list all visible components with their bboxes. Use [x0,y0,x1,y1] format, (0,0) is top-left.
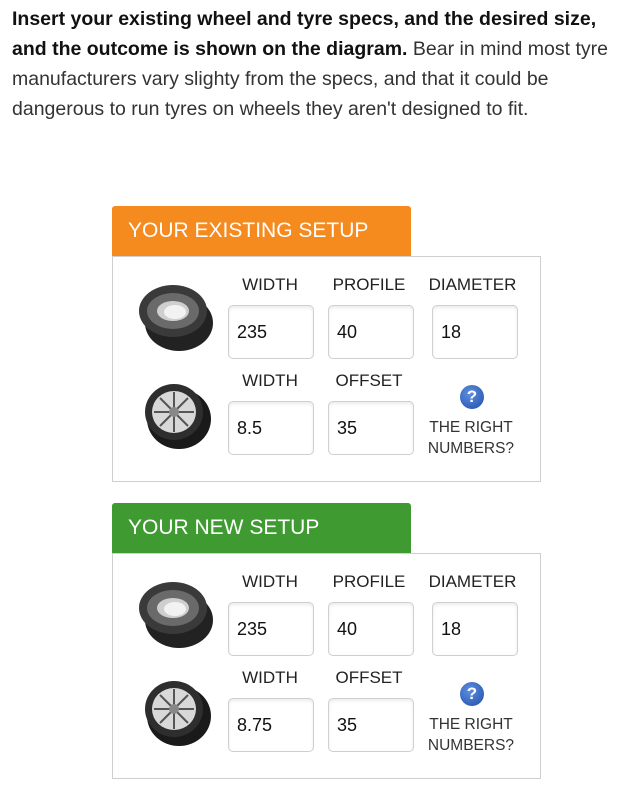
wheel-width-input[interactable] [228,401,314,455]
tyre-profile-label: PROFILE [332,275,406,294]
wheel-icon [145,681,211,746]
intro-text: Insert your existing wheel and tyre spec… [12,4,628,124]
wheel-offset-label: OFFSET [335,668,403,687]
new-setup-panel: WIDTH PROFILE DIAMETER WIDTH OFFSET ? TH… [112,553,541,779]
help-link[interactable]: THE RIGHT NUMBERS? [416,417,526,459]
tyre-diameter-label: DIAMETER [428,572,517,591]
tyre-width-label: WIDTH [242,275,298,294]
help-line-1: THE RIGHT [429,716,513,733]
question-mark-icon[interactable]: ? [460,385,484,409]
wheel-width-label: WIDTH [242,668,298,687]
help-line-2: NUMBERS? [427,737,515,754]
help-line-1: THE RIGHT [429,419,513,436]
tyre-profile-input[interactable] [328,602,414,656]
existing-setup-header: YOUR EXISTING SETUP [112,206,411,256]
tyre-icon [139,285,213,351]
tyre-diameter-label: DIAMETER [428,275,517,294]
tyre-width-input[interactable] [228,602,314,656]
existing-setup-panel: WIDTH PROFILE DIAMETER WIDTH OFFSET ? TH… [112,256,541,482]
new-setup-header: YOUR NEW SETUP [112,503,411,553]
tyre-width-input[interactable] [228,305,314,359]
wheel-icon [145,384,211,449]
tyre-diameter-input[interactable] [432,602,518,656]
question-mark-icon[interactable]: ? [460,682,484,706]
tyre-diameter-input[interactable] [432,305,518,359]
wheel-offset-input[interactable] [328,698,414,752]
tyre-width-label: WIDTH [242,572,298,591]
wheel-width-input[interactable] [228,698,314,752]
tyre-profile-label: PROFILE [332,572,406,591]
tyre-profile-input[interactable] [328,305,414,359]
wheel-width-label: WIDTH [242,371,298,390]
help-line-2: NUMBERS? [427,440,515,457]
help-link[interactable]: THE RIGHT NUMBERS? [416,714,526,756]
tyre-icon [139,582,213,648]
wheel-offset-input[interactable] [328,401,414,455]
wheel-offset-label: OFFSET [335,371,403,390]
